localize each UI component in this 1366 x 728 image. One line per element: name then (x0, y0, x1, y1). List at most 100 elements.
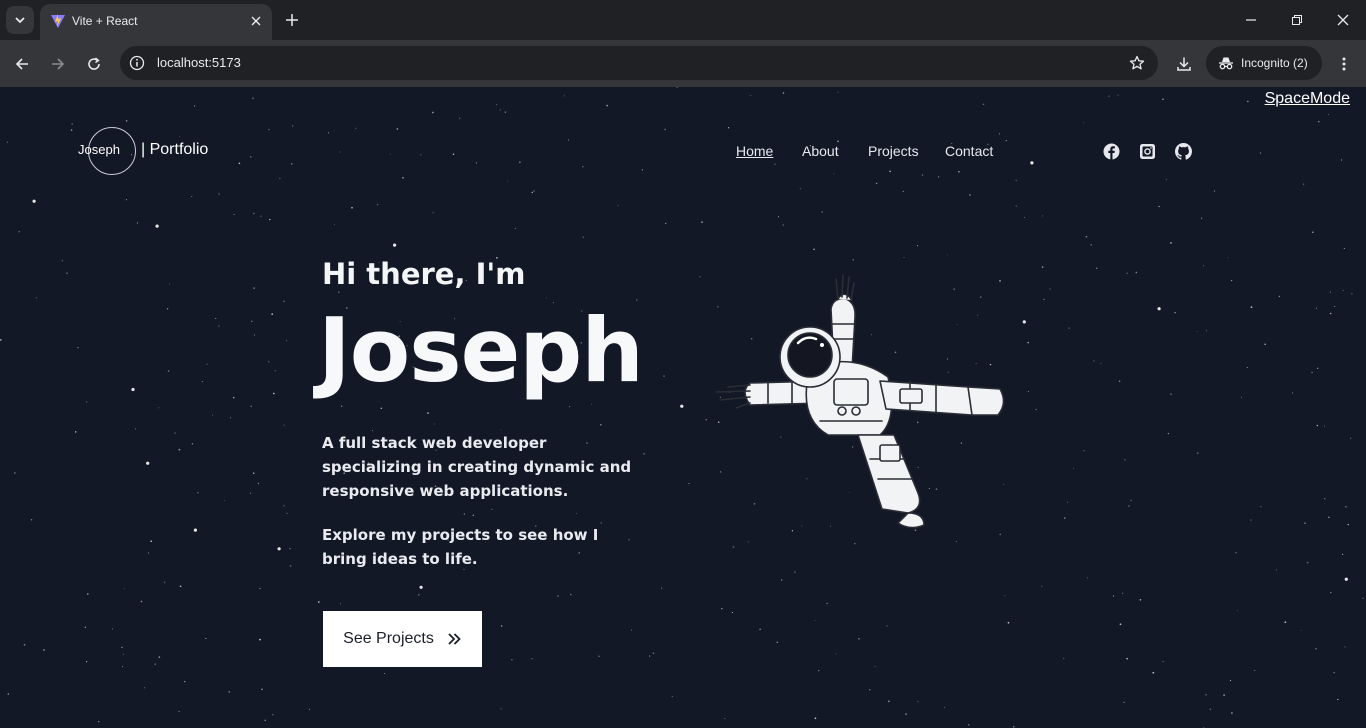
back-button[interactable] (10, 52, 34, 76)
nav-contact[interactable]: Contact (945, 143, 993, 159)
star (1229, 679, 1232, 682)
nav-about[interactable]: About (802, 143, 839, 159)
star (1022, 320, 1026, 324)
site-info-button[interactable] (128, 54, 146, 72)
bookmark-button[interactable] (1128, 54, 1146, 72)
star (575, 513, 578, 515)
star (1007, 621, 1010, 624)
github-link[interactable] (1174, 142, 1192, 160)
star (1118, 380, 1121, 382)
star (238, 162, 241, 165)
star (229, 417, 232, 419)
star (1087, 577, 1089, 579)
tab-search-button[interactable] (6, 6, 34, 34)
star (1119, 623, 1122, 626)
star (1247, 100, 1249, 103)
star (531, 658, 533, 660)
star (215, 317, 217, 319)
star (955, 540, 957, 542)
star (264, 719, 267, 722)
see-projects-button[interactable]: See Projects (323, 611, 482, 667)
minimize-button[interactable] (1228, 0, 1274, 40)
incognito-indicator[interactable]: Incognito (2) (1206, 46, 1322, 80)
star (1158, 205, 1160, 208)
incognito-icon (1218, 55, 1234, 71)
star (1067, 501, 1069, 503)
star (257, 482, 260, 485)
star (1093, 360, 1095, 362)
site-logo[interactable]: Joseph | Portfolio (78, 127, 228, 175)
star (376, 203, 379, 206)
plus-icon (286, 14, 298, 26)
spacemode-toggle[interactable]: SpaceMode (1265, 90, 1350, 108)
facebook-link[interactable] (1102, 142, 1120, 160)
star (917, 700, 919, 703)
star (232, 396, 235, 399)
star (1334, 305, 1336, 308)
star (570, 593, 572, 596)
star (98, 720, 100, 723)
star (259, 587, 261, 590)
chevron-down-icon (15, 17, 25, 24)
star (1362, 597, 1364, 599)
star (1341, 553, 1344, 556)
instagram-link[interactable] (1138, 142, 1156, 160)
star (252, 97, 254, 99)
facebook-icon (1103, 143, 1119, 159)
star (1064, 517, 1066, 519)
star (705, 418, 707, 421)
nav-home[interactable]: Home (736, 143, 773, 159)
close-icon (1337, 14, 1349, 26)
star (1130, 499, 1132, 502)
star (606, 104, 608, 107)
star (339, 151, 341, 153)
star (1329, 312, 1332, 315)
downloads-button[interactable] (1172, 52, 1196, 76)
reload-button[interactable] (82, 52, 106, 76)
star (268, 361, 270, 363)
star (874, 665, 876, 667)
star (724, 717, 726, 719)
nav-projects[interactable]: Projects (868, 143, 919, 159)
download-icon (1177, 57, 1191, 71)
star (837, 140, 839, 142)
star (1241, 396, 1242, 398)
star (380, 407, 383, 410)
star (197, 492, 199, 494)
new-tab-button[interactable] (282, 10, 302, 30)
star (393, 243, 397, 247)
star (253, 334, 255, 336)
star (1027, 391, 1029, 393)
star (1027, 341, 1030, 344)
tab-close-button[interactable] (248, 13, 264, 29)
forward-button[interactable] (46, 52, 70, 76)
star (1350, 437, 1352, 439)
star (652, 652, 655, 655)
star (1264, 343, 1266, 346)
star (224, 500, 226, 502)
close-icon (251, 16, 261, 26)
star (1250, 519, 1252, 521)
restore-button[interactable] (1274, 0, 1320, 40)
star (664, 222, 667, 225)
star (617, 204, 619, 207)
star (814, 717, 817, 720)
star (921, 174, 924, 176)
browser-menu-button[interactable] (1332, 52, 1356, 76)
star (852, 259, 854, 261)
browser-tab[interactable]: Vite + React (40, 4, 272, 40)
star (1235, 551, 1237, 554)
star (1323, 425, 1326, 427)
star (218, 193, 220, 195)
star (782, 224, 785, 226)
star (1311, 231, 1314, 234)
star (814, 619, 816, 621)
star (32, 199, 36, 203)
star (253, 287, 255, 289)
star (1302, 183, 1305, 185)
github-icon (1174, 142, 1192, 160)
star (308, 708, 310, 710)
star (84, 626, 87, 628)
close-window-button[interactable] (1320, 0, 1366, 40)
address-bar[interactable]: localhost:5173 (120, 46, 1158, 80)
